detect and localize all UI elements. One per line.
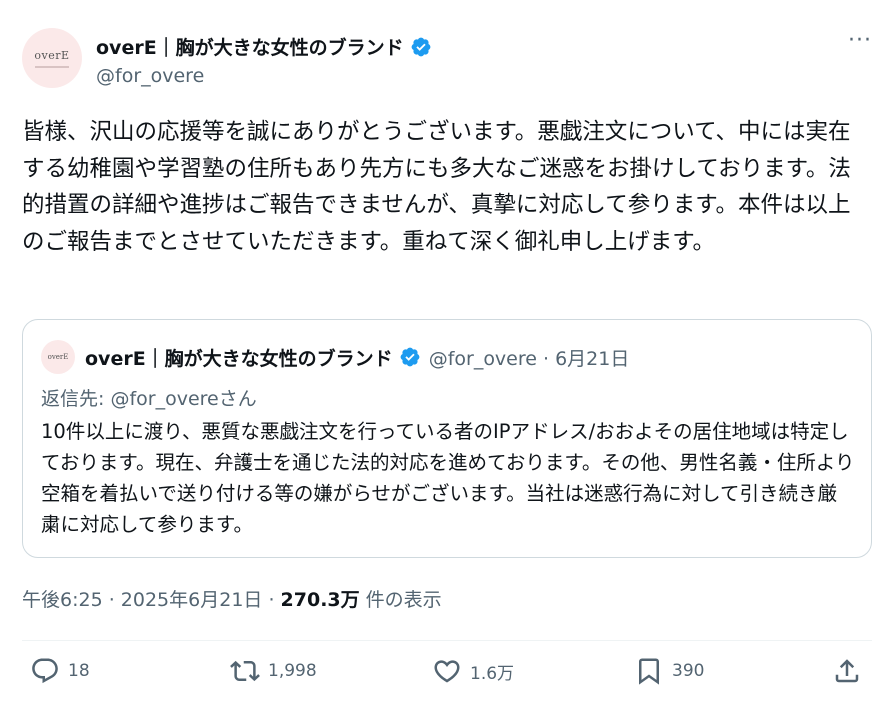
author-name-row: overE｜胸が大きな女性のブランド	[96, 33, 432, 60]
quoted-author-display-name[interactable]: overE｜胸が大きな女性のブランド	[85, 344, 393, 371]
author-display-name[interactable]: overE｜胸が大きな女性のブランド	[96, 33, 404, 60]
verified-badge-icon[interactable]	[410, 36, 432, 58]
reply-prefix: 返信先:	[41, 388, 111, 410]
reply-count: 18	[68, 661, 90, 681]
like-count: 1.6万	[470, 663, 515, 684]
views-label: 件の表示	[359, 589, 442, 611]
heart-icon	[434, 660, 460, 683]
tweet-timestamp[interactable]: 午後6:25 · 2025年6月21日 ·	[22, 589, 281, 611]
author-avatar[interactable]: overE	[22, 28, 82, 88]
quoted-reply-to: 返信先: @for_overeさん	[41, 384, 257, 411]
tweet-text: 皆様、沢山の応援等を誠にありがとうございます。悪戯注文について、中には実在する幼…	[22, 119, 851, 255]
quoted-tweet-text: 10件以上に渡り、悪質な悪戯注文を行っている者のIPアドレス/おおよその居住地域…	[41, 420, 855, 536]
quoted-author-avatar[interactable]: overE	[41, 340, 75, 374]
avatar-logo-text: overE	[34, 48, 70, 62]
quoted-tweet-header: overE overE｜胸が大きな女性のブランド @for_overe · 6月…	[41, 340, 629, 374]
bookmark-icon	[639, 658, 659, 685]
retweet-button[interactable]: 1,998	[230, 656, 317, 686]
retweet-count: 1,998	[268, 661, 317, 681]
bookmark-button[interactable]: 390	[634, 656, 704, 686]
share-icon	[835, 659, 859, 683]
quoted-author-handle-date[interactable]: @for_overe · 6月21日	[429, 344, 630, 371]
avatar-logo-line	[35, 65, 69, 68]
tweet-meta: 午後6:25 · 2025年6月21日 · 270.3万 件の表示	[22, 585, 442, 612]
tweet-header: overE overE｜胸が大きな女性のブランド @for_overe ···	[22, 28, 872, 92]
views-count[interactable]: 270.3万	[281, 589, 360, 611]
reply-button[interactable]: 18	[30, 656, 90, 686]
bookmark-count: 390	[672, 661, 705, 681]
like-button[interactable]: 1.6万	[432, 656, 514, 686]
share-button[interactable]	[832, 656, 862, 686]
reply-to-handle[interactable]: @for_overeさん	[110, 388, 256, 410]
reply-icon	[32, 658, 58, 684]
author-handle[interactable]: @for_overe	[96, 65, 204, 87]
quoted-tweet[interactable]: overE overE｜胸が大きな女性のブランド @for_overe · 6月…	[22, 319, 872, 558]
quoted-avatar-logo-text: overE	[47, 353, 69, 361]
verified-badge-icon	[400, 347, 420, 367]
more-icon[interactable]: ···	[848, 28, 872, 53]
divider	[22, 640, 872, 641]
retweet-icon	[230, 660, 260, 682]
action-bar: 18 1,998 1.6万 390	[22, 656, 872, 698]
